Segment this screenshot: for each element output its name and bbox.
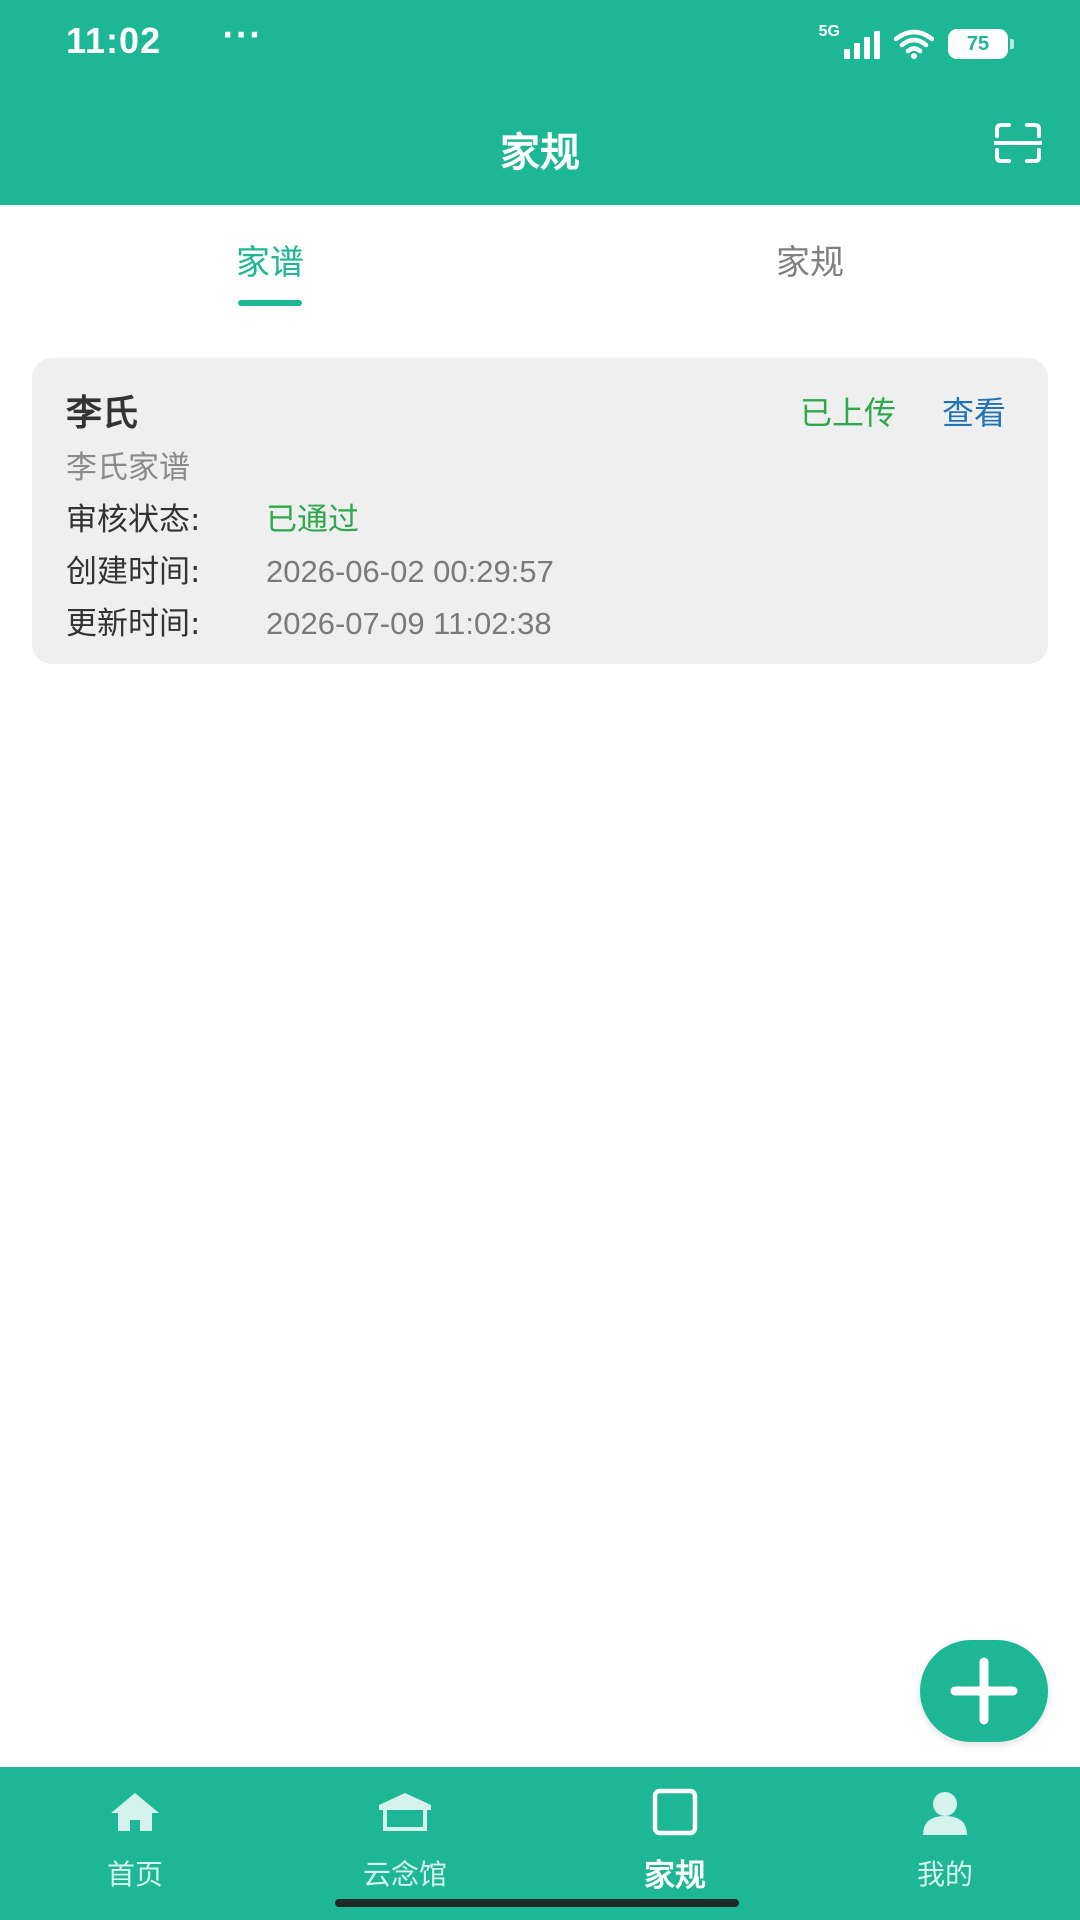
card-title: 李氏 bbox=[66, 393, 139, 434]
header: 11:02 ··· 5G 75 家规 bbox=[0, 0, 1080, 205]
app-screen: 11:02 ··· 5G 75 家规 家谱 家规 李氏 已上传 查看 李氏家谱 … bbox=[0, 0, 1080, 1920]
title-bar: 家规 bbox=[0, 86, 1080, 205]
nav-label-memorial-hall: 云念馆 bbox=[362, 1858, 447, 1891]
tab-genealogy[interactable]: 家谱 bbox=[120, 235, 420, 284]
bottom-nav: 首页 云念馆 家规 我的 bbox=[0, 1767, 1080, 1920]
created-time-row: 创建时间: 2026-06-02 00:29:57 bbox=[66, 546, 554, 591]
card-subtitle: 李氏家谱 bbox=[66, 450, 190, 486]
network-type-label: 5G bbox=[818, 23, 840, 40]
created-time-value: 2026-06-02 00:29:57 bbox=[266, 554, 554, 589]
review-status-label: 审核状态: bbox=[66, 502, 201, 538]
wifi-icon bbox=[894, 29, 934, 59]
signal-icon bbox=[844, 29, 880, 59]
home-icon bbox=[111, 1793, 159, 1831]
tab-bar: 家谱 家规 bbox=[0, 205, 1080, 315]
battery-icon: 75 bbox=[948, 29, 1014, 59]
plus-icon bbox=[950, 1657, 1018, 1725]
nav-label-home: 首页 bbox=[106, 1858, 163, 1891]
nav-item-family-rules[interactable]: 家规 bbox=[540, 1767, 810, 1920]
updated-time-row: 更新时间: 2026-07-09 11:02:38 bbox=[66, 598, 552, 643]
status-time: 11:02 bbox=[66, 20, 162, 61]
nav-label-family-rules: 家规 bbox=[644, 1858, 706, 1894]
home-indicator bbox=[335, 1899, 739, 1907]
nav-label-profile: 我的 bbox=[916, 1858, 973, 1891]
nav-item-home[interactable]: 首页 bbox=[0, 1767, 270, 1920]
person-icon bbox=[923, 1792, 967, 1835]
created-time-label: 创建时间: bbox=[66, 554, 201, 590]
scan-button[interactable] bbox=[993, 122, 1043, 164]
review-status-value: 已通过 bbox=[266, 502, 359, 538]
status-indicators: 5G 75 bbox=[818, 23, 1014, 64]
upload-status-badge: 已上传 bbox=[800, 394, 897, 432]
tab-family-rules[interactable]: 家规 bbox=[660, 235, 960, 284]
updated-time-value: 2026-07-09 11:02:38 bbox=[266, 606, 552, 641]
updated-time-label: 更新时间: bbox=[66, 606, 201, 642]
status-bar: 11:02 ··· 5G 75 bbox=[0, 0, 1080, 86]
genealogy-card[interactable]: 李氏 已上传 查看 李氏家谱 审核状态: 已通过 创建时间: 2026-06-02 … bbox=[32, 358, 1048, 664]
add-button[interactable] bbox=[920, 1640, 1048, 1742]
view-link[interactable]: 查看 bbox=[942, 388, 1006, 434]
active-tab-indicator bbox=[238, 300, 302, 306]
status-notification-dots: ··· bbox=[222, 18, 263, 53]
scan-icon bbox=[993, 123, 1043, 163]
page-title: 家规 bbox=[500, 130, 580, 176]
square-icon bbox=[652, 1788, 698, 1836]
nav-item-profile[interactable]: 我的 bbox=[810, 1767, 1080, 1920]
review-status-row: 审核状态: 已通过 bbox=[66, 494, 359, 539]
nav-item-memorial-hall[interactable]: 云念馆 bbox=[270, 1767, 540, 1920]
memorial-hall-icon bbox=[379, 1793, 431, 1831]
